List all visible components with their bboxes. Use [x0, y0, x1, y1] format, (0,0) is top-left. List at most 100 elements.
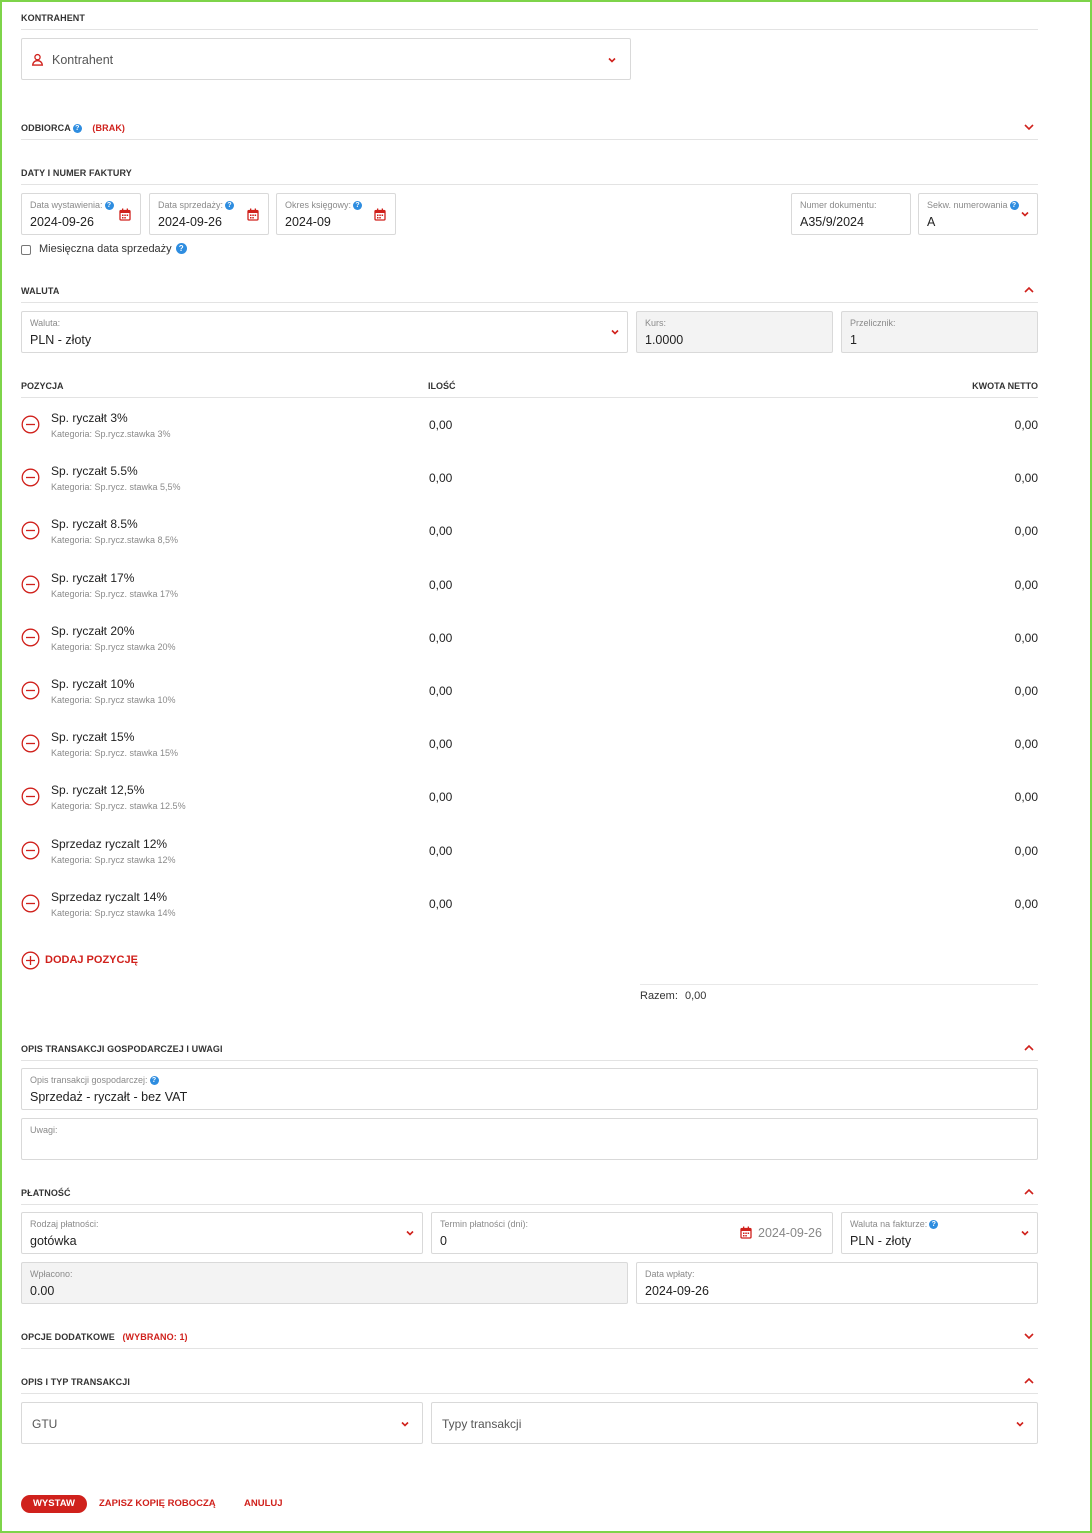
item-quantity[interactable]: 0,00: [429, 471, 452, 485]
help-icon[interactable]: ?: [104, 201, 114, 210]
item-net-amount[interactable]: 0,00: [1015, 897, 1038, 911]
item-net-amount[interactable]: 0,00: [1015, 524, 1038, 538]
help-icon[interactable]: ?: [929, 1220, 939, 1229]
item-net-amount[interactable]: 0,00: [1015, 844, 1038, 858]
collapse-description-icon[interactable]: [1023, 1042, 1035, 1054]
sale-date-label: Data sprzedaży:?: [158, 200, 235, 210]
expand-recipient-icon[interactable]: [1023, 121, 1035, 133]
save-draft-button[interactable]: ZAPISZ KOPIĘ ROBOCZĄ: [99, 1495, 216, 1513]
issue-date-value: 2024-09-26: [30, 215, 94, 229]
item-quantity[interactable]: 0,00: [429, 844, 452, 858]
column-header-position: POZYCJA: [21, 381, 64, 391]
remove-item-icon[interactable]: [21, 681, 40, 700]
help-icon[interactable]: ?: [1009, 201, 1019, 210]
invoice-currency-label: Waluta na fakturze:?: [850, 1219, 939, 1229]
issue-button[interactable]: WYSTAW: [21, 1495, 87, 1513]
notes-field[interactable]: Uwagi:: [21, 1118, 1038, 1160]
numbering-sequence-select[interactable]: Sekw. numerowania? A: [918, 193, 1038, 235]
collapse-currency-icon[interactable]: [1023, 284, 1035, 296]
item-category: Kategoria: Sp.rycz stawka 10%: [51, 695, 176, 705]
help-icon[interactable]: ?: [353, 201, 363, 210]
payment-type-value: gotówka: [30, 1234, 77, 1248]
accounting-period-field[interactable]: Okres księgowy:? 2024-09: [276, 193, 396, 235]
add-item-label: DODAJ POZYCJĘ: [45, 954, 138, 966]
remove-item-icon[interactable]: [21, 521, 40, 540]
item-name: Sp. ryczałt 5.5%: [51, 464, 138, 478]
document-number-field[interactable]: Numer dokumentu: A35/9/2024: [791, 193, 911, 235]
item-quantity[interactable]: 0,00: [429, 684, 452, 698]
rate-value: 1.0000: [645, 333, 684, 347]
rate-label: Kurs:: [645, 318, 667, 328]
payment-date-field[interactable]: Data wpłaty: 2024-09-26: [636, 1262, 1038, 1304]
column-header-quantity: ILOŚĆ: [428, 381, 456, 391]
plus-circle-icon: [21, 951, 40, 975]
item-quantity[interactable]: 0,00: [429, 631, 452, 645]
paid-value: 0.00: [30, 1284, 55, 1298]
chevron-down-icon: [399, 1418, 411, 1430]
remove-item-icon[interactable]: [21, 841, 40, 860]
item-net-amount[interactable]: 0,00: [1015, 418, 1038, 432]
help-icon[interactable]: ?: [175, 243, 187, 254]
collapse-payment-icon[interactable]: [1023, 1186, 1035, 1198]
calendar-icon[interactable]: [374, 208, 386, 226]
payment-date-label: Data wpłaty:: [645, 1269, 695, 1279]
doc-number-value: A35/9/2024: [800, 215, 864, 229]
remove-item-icon[interactable]: [21, 894, 40, 913]
remove-item-icon[interactable]: [21, 787, 40, 806]
help-icon[interactable]: ?: [225, 201, 235, 210]
section-title-transaction: OPIS I TYP TRANSAKCJI: [21, 1377, 130, 1387]
sale-date-field[interactable]: Data sprzedaży:? 2024-09-26: [149, 193, 269, 235]
item-quantity[interactable]: 0,00: [429, 737, 452, 751]
expand-options-icon[interactable]: [1023, 1330, 1035, 1342]
item-quantity[interactable]: 0,00: [429, 790, 452, 804]
exchange-rate-field: Kurs: 1.0000: [636, 311, 833, 353]
issue-date-label: Data wystawienia:?: [30, 200, 114, 210]
conversion-factor-field: Przelicznik: 1: [841, 311, 1038, 353]
item-quantity[interactable]: 0,00: [429, 524, 452, 538]
cancel-button[interactable]: ANULUJ: [244, 1495, 283, 1513]
calendar-icon[interactable]: [740, 1226, 752, 1244]
section-title-contractor: KONTRAHENT: [21, 13, 85, 23]
calendar-icon[interactable]: [247, 208, 259, 226]
help-icon[interactable]: ?: [149, 1076, 159, 1085]
item-quantity[interactable]: 0,00: [429, 897, 452, 911]
transaction-types-select[interactable]: Typy transakcji: [431, 1402, 1038, 1444]
remove-item-icon[interactable]: [21, 415, 40, 434]
invoice-currency-select[interactable]: Waluta na fakturze:? PLN - złoty: [841, 1212, 1038, 1254]
item-quantity[interactable]: 0,00: [429, 578, 452, 592]
item-net-amount[interactable]: 0,00: [1015, 578, 1038, 592]
item-net-amount[interactable]: 0,00: [1015, 684, 1038, 698]
total-label: Razem:: [640, 990, 678, 1002]
item-category: Kategoria: Sp.rycz. stawka 12.5%: [51, 801, 186, 811]
payment-term-field[interactable]: Termin płatności (dni): 0 2024-09-26: [431, 1212, 833, 1254]
issue-date-field[interactable]: Data wystawienia:? 2024-09-26: [21, 193, 141, 235]
remove-item-icon[interactable]: [21, 575, 40, 594]
item-net-amount[interactable]: 0,00: [1015, 471, 1038, 485]
transaction-description-field[interactable]: Opis transakcji gospodarczej:? Sprzedaż …: [21, 1068, 1038, 1110]
monthly-sale-date-checkbox[interactable]: [21, 245, 31, 255]
item-category: Kategoria: Sp.rycz. stawka 5,5%: [51, 482, 181, 492]
payment-term-label: Termin płatności (dni):: [440, 1219, 529, 1229]
collapse-transaction-icon[interactable]: [1023, 1375, 1035, 1387]
payment-due-date: 2024-09-26: [758, 1226, 822, 1240]
payment-type-select[interactable]: Rodzaj płatności: gotówka: [21, 1212, 423, 1254]
remove-item-icon[interactable]: [21, 468, 40, 487]
divider: [21, 1348, 1038, 1349]
remove-item-icon[interactable]: [21, 628, 40, 647]
help-icon[interactable]: ?: [72, 124, 82, 133]
currency-select[interactable]: Waluta: PLN - złoty: [21, 311, 628, 353]
period-label: Okres księgowy:?: [285, 200, 363, 210]
calendar-icon[interactable]: [119, 208, 131, 226]
item-net-amount[interactable]: 0,00: [1015, 631, 1038, 645]
contractor-select[interactable]: Kontrahent: [21, 38, 631, 80]
item-name: Sp. ryczałt 10%: [51, 677, 135, 691]
item-net-amount[interactable]: 0,00: [1015, 737, 1038, 751]
item-quantity[interactable]: 0,00: [429, 418, 452, 432]
paid-label: Wpłacono:: [30, 1269, 73, 1279]
section-title-recipient: ODBIORCA? (BRAK): [21, 123, 125, 133]
remove-item-icon[interactable]: [21, 734, 40, 753]
gtu-select[interactable]: GTU: [21, 1402, 423, 1444]
divider: [21, 302, 1038, 303]
item-net-amount[interactable]: 0,00: [1015, 790, 1038, 804]
section-title-description: OPIS TRANSAKCJI GOSPODARCZEJ I UWAGI: [21, 1044, 223, 1054]
